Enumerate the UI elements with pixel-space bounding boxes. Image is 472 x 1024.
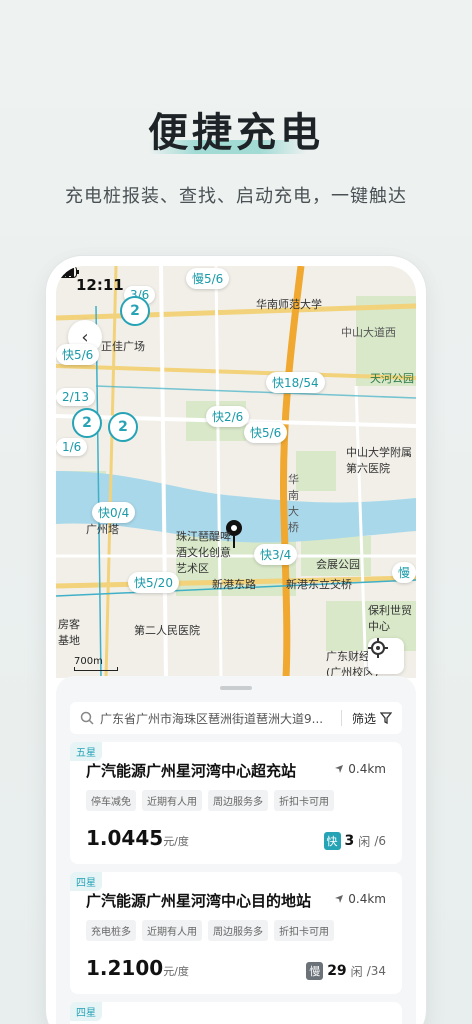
locate-button[interactable]: [368, 638, 404, 674]
station-pin[interactable]: 快2/6: [206, 406, 250, 427]
map-label: 会展公园: [316, 558, 360, 571]
station-tag: 折扣卡可用: [274, 790, 334, 811]
station-pin[interactable]: 快5/6: [56, 344, 100, 365]
filter-icon: [380, 712, 392, 724]
cluster-marker[interactable]: 2: [120, 296, 150, 326]
free-label: 闲: [350, 964, 363, 979]
map-label: 华南师范大学: [256, 298, 322, 311]
station-pin[interactable]: 快0/4: [92, 502, 136, 523]
sheet-handle[interactable]: [220, 686, 252, 690]
map-label: 华南大桥: [288, 473, 299, 534]
station-pin[interactable]: 2/13: [56, 388, 95, 406]
price-value: 1.0445: [86, 826, 164, 850]
status-bar: 12:11: [56, 266, 416, 304]
map-label: 中山大道西: [341, 326, 396, 339]
scale-bar: [74, 667, 118, 671]
phone-frame: 12:11 ‹ 华南师范大学 中山大道西 正佳广场 天河公园 中山大学附属第六医…: [46, 256, 426, 1024]
cluster-marker[interactable]: 2: [108, 412, 138, 442]
station-tag: 近期有人用: [142, 920, 202, 941]
status-time: 12:11: [76, 276, 124, 294]
subline: 充电桩报装、查找、启动充电，一键触达: [65, 186, 407, 207]
navigation-arrow-icon: [335, 765, 344, 773]
distance-value: 0.4km: [348, 762, 386, 776]
search-bar[interactable]: 广东省广州市海珠区琶洲街道琶洲大道9... 筛选: [70, 702, 402, 734]
station-tier: 五星: [70, 742, 102, 761]
map-label: 新港东路: [212, 578, 256, 591]
price-value: 1.2100: [86, 956, 164, 980]
station-pin[interactable]: 1/6: [56, 438, 88, 456]
station-card[interactable]: 四星: [70, 1002, 402, 1024]
station-pin[interactable]: 快5/20: [128, 572, 179, 593]
map-view[interactable]: 12:11 ‹ 华南师范大学 中山大道西 正佳广场 天河公园 中山大学附属第六医…: [56, 266, 416, 678]
battery-icon: [56, 266, 79, 278]
station-tag: 停车减免: [86, 790, 136, 811]
station-tags: 充电桩多 近期有人用 周边服务多 折扣卡可用: [86, 920, 334, 941]
station-tag: 折扣卡可用: [274, 920, 334, 941]
navigation-arrow-icon: [335, 895, 344, 903]
cluster-marker[interactable]: 2: [72, 408, 102, 438]
station-distance: 0.4km: [334, 762, 386, 776]
station-price: 1.2100元/度: [86, 956, 189, 980]
station-pin[interactable]: 快3/4: [254, 544, 298, 565]
station-card[interactable]: 四星 广汽能源广州星河湾中心目的地站 0.4km 充电桩多 近期有人用 周边服务…: [70, 872, 402, 994]
bottom-sheet: 广东省广州市海珠区琶洲街道琶洲大道9... 筛选 五星 广汽能源广州星河湾中心超…: [56, 676, 416, 1024]
station-pin[interactable]: 慢5/6: [186, 268, 230, 289]
fast-badge: 快: [323, 832, 341, 850]
map-label: 广州塔: [86, 523, 119, 536]
free-count: 3: [344, 833, 355, 849]
scale-label: 700m: [74, 656, 103, 667]
map-label: 第二人民医院: [134, 624, 200, 637]
map-scale: 700m: [74, 656, 118, 671]
station-tag: 周边服务多: [208, 920, 268, 941]
crosshair-icon: [368, 638, 388, 658]
station-tag: 充电桩多: [86, 920, 136, 941]
distance-value: 0.4km: [348, 892, 386, 906]
filter-button[interactable]: 筛选: [352, 710, 392, 727]
headline: 便捷充电: [148, 110, 324, 156]
station-tier: 四星: [70, 872, 102, 891]
map-label: 新港东立交桥: [286, 578, 352, 591]
station-price: 1.0445元/度: [86, 826, 189, 850]
station-tag: 近期有人用: [142, 790, 202, 811]
map-label: 天河公园: [370, 372, 414, 385]
station-pin[interactable]: 慢: [392, 562, 416, 583]
map-label: 中山大学附属第六医院: [346, 446, 412, 475]
search-address[interactable]: 广东省广州市海珠区琶洲街道琶洲大道9...: [100, 710, 331, 727]
station-distance: 0.4km: [334, 892, 386, 906]
station-pin[interactable]: 快5/6: [244, 422, 288, 443]
station-tags: 停车减免 近期有人用 周边服务多 折扣卡可用: [86, 790, 334, 811]
station-availability: 慢 29 闲 /34: [306, 962, 386, 980]
station-card[interactable]: 五星 广汽能源广州星河湾中心超充站 0.4km 停车减免 近期有人用 周边服务多…: [70, 742, 402, 864]
total-count: /6: [374, 834, 386, 848]
map-label: 保利世贸中心: [368, 604, 412, 633]
search-icon: [80, 711, 94, 725]
station-name: 广汽能源广州星河湾中心目的地站: [86, 892, 312, 910]
price-unit: 元/度: [163, 965, 189, 978]
station-availability: 快 3 闲 /6: [323, 832, 386, 850]
free-label: 闲: [358, 834, 371, 849]
station-tag: 周边服务多: [208, 790, 268, 811]
price-unit: 元/度: [163, 835, 189, 848]
station-tier: 四星: [70, 1002, 102, 1021]
slow-badge: 慢: [306, 962, 324, 980]
station-pin[interactable]: 快18/54: [266, 372, 325, 393]
filter-label: 筛选: [351, 711, 376, 726]
total-count: /34: [366, 964, 386, 978]
map-label: 正佳广场: [101, 340, 145, 353]
station-name: 广汽能源广州星河湾中心超充站: [86, 762, 297, 780]
map-label: 房客基地: [58, 618, 80, 647]
search-divider: [340, 710, 342, 726]
free-count: 29: [327, 963, 347, 979]
map-label: 珠江琶醍啤酒文化创意艺术区: [176, 530, 231, 575]
